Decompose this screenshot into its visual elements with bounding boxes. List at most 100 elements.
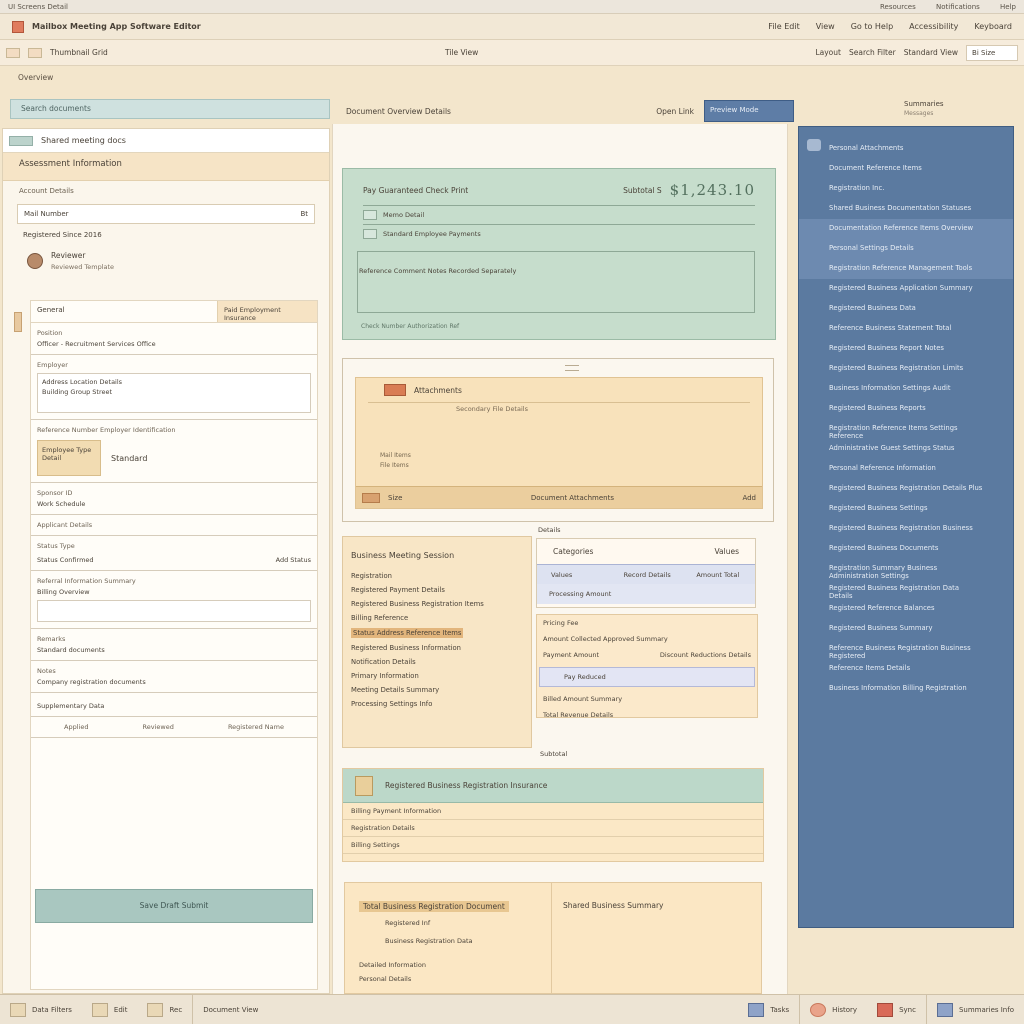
memo-checkbox[interactable] [363,210,377,220]
employee-type-value: Standard [111,453,148,463]
save-draft-submit-button[interactable]: Save Draft Submit [35,889,313,923]
payments-row[interactable]: Standard Employee Payments [343,225,775,243]
list-item[interactable]: Reference Items Details [799,659,1013,679]
remarks-value[interactable]: Standard documents [37,646,311,654]
pricing-band[interactable]: Pay Reduced [539,667,755,687]
list-item[interactable]: Registered Business Documents [799,539,1013,559]
attachment-add-button[interactable]: Add [742,494,756,502]
window-control-help[interactable]: Help [1000,3,1016,11]
list-item[interactable]: Registered Business Summary [799,619,1013,639]
status-history[interactable]: History [799,995,867,1024]
list-item[interactable]: Business Information Billing Registratio… [799,679,1013,699]
menu-item-file-edit[interactable]: File Edit [768,22,799,31]
categories-col-values: Values [714,547,739,556]
thumbnail-grid-button[interactable]: Thumbnail Grid [50,48,108,57]
memo-row[interactable]: Memo Detail [343,206,775,224]
list-item[interactable]: Reference Business Statement Total [799,319,1013,339]
payments-checkbox[interactable] [363,229,377,239]
list-item[interactable]: Shared Business Documentation Statuses [799,199,1013,219]
standard-view-button[interactable]: Standard View [904,48,958,57]
list-item[interactable]: Document Reference Items [799,159,1013,179]
status-document-view[interactable]: Document View [192,995,268,1024]
position-value[interactable]: Officer - Recruitment Services Office [37,340,311,348]
menu-item-accessibility[interactable]: Accessibility [909,22,958,31]
list-item[interactable]: Registered Reference Balances [799,599,1013,619]
business-row-highlight[interactable]: Status Address Reference Items [351,628,464,638]
list-item[interactable]: Billing Payment Information [343,803,763,820]
list-item[interactable]: Reference Business Registration Business… [799,639,1013,660]
status-data-filters[interactable]: Data Filters [0,995,82,1024]
notes-area[interactable] [357,251,755,313]
list-item[interactable]: Documentation Reference Items Overview [799,219,1013,239]
list-item[interactable]: Personal Reference Information [799,459,1013,479]
status-edit[interactable]: Edit [82,995,138,1024]
employee-type-chip[interactable]: Employee Type Detail [37,440,101,476]
pricing-row: Billed Amount Summary [543,695,623,703]
attachment-dropzone[interactable]: Attachments Secondary File Details Mail … [342,358,774,522]
tile-view-button[interactable]: Tile View [445,48,478,57]
list-item[interactable]: Personal Settings Details [799,239,1013,259]
check-title: Pay Guaranteed Check Print [363,185,469,195]
categories-header: Categories Values [537,539,755,564]
work-schedule-value[interactable]: Work Schedule [37,500,311,508]
mail-number-value: Mail Number [24,210,69,218]
list-item[interactable]: Business Information Settings Audit [799,379,1013,399]
layout-button[interactable]: Layout [815,48,841,57]
list-item[interactable]: Registered Business Registration Busines… [799,519,1013,539]
sponsor-id-label: Sponsor ID [37,489,73,497]
list-item[interactable]: Registration Summary Business Administra… [799,559,1013,580]
list-item[interactable]: Registered Business Registration Limits [799,359,1013,379]
list-item[interactable]: Registered Inf [385,919,430,927]
search-input[interactable]: Search documents [10,99,330,119]
drag-handle-icon[interactable] [565,365,579,371]
toolbar-search-input[interactable]: Bi Size [966,44,1019,61]
menu-item-view[interactable]: View [816,22,835,31]
status-sync-label: Sync [899,1005,916,1014]
menu-item-keyboard[interactable]: Keyboard [974,22,1012,31]
left-panel-tab[interactable]: Shared meeting docs [3,129,329,153]
window-control-notifications[interactable]: Notifications [936,3,980,11]
list-item[interactable]: Administrative Guest Settings Status [799,439,1013,459]
table-row[interactable]: Values Record Details Amount Total [537,564,755,584]
list-item[interactable]: Registration Details [343,820,763,837]
mail-number-field[interactable]: Mail Number Bt [17,204,315,224]
left-panel-heading: Assessment Information [3,153,329,181]
list-item[interactable]: Registration Reference Management Tools [799,259,1013,279]
panel-toggle-icon[interactable] [28,47,42,58]
supplementary-data-value[interactable]: Supplementary Data [37,702,311,710]
collapse-handle-icon[interactable] [14,312,22,332]
list-item[interactable]: Registration Inc. [799,179,1013,199]
status-tasks[interactable]: Tasks [738,995,799,1024]
list-item[interactable]: Registered Business Settings [799,499,1013,519]
window-control-resources[interactable]: Resources [880,3,916,11]
referral-field[interactable] [37,600,311,622]
employer-field[interactable]: Address Location Details Building Group … [37,373,311,413]
notes-value[interactable]: Company registration documents [37,678,311,686]
list-item[interactable]: Registered Business Reports [799,399,1013,419]
list-item[interactable]: Registered Business Application Summary [799,279,1013,299]
list-item[interactable]: Billing Settings [343,837,763,854]
list-item[interactable]: Personal Details [359,975,411,983]
list-item[interactable]: Registered Business Registration Data De… [799,579,1013,600]
add-status-button[interactable]: Add Status [276,556,311,564]
preview-mode-button[interactable]: Preview Mode [704,100,794,122]
list-item[interactable]: Registration Reference Items Settings Re… [799,419,1013,440]
menu-item-go-to-help[interactable]: Go to Help [851,22,893,31]
list-item[interactable]: Detailed Information [359,961,426,969]
status-summaries[interactable]: Summaries Info [925,995,1024,1024]
sidebar-toggle-icon[interactable] [6,47,20,58]
open-link-button[interactable]: Open Link [656,107,694,116]
list-item[interactable]: Registered Business Registration Details… [799,479,1013,499]
tab-paid-employment-insurance[interactable]: Paid Employment Insurance [217,301,317,322]
list-item[interactable]: Personal Attachments [799,139,1013,159]
table-row[interactable]: Processing Amount [537,584,755,604]
list-item[interactable]: Business Registration Data [385,937,473,945]
tab-general[interactable]: General [31,301,71,322]
status-sync[interactable]: Sync [867,995,926,1024]
search-filter-button[interactable]: Search Filter [849,48,896,57]
list-item[interactable]: Registered Business Report Notes [799,339,1013,359]
user-card[interactable]: Reviewer Reviewed Template [3,243,329,279]
list-item[interactable]: Registered Business Data [799,299,1013,319]
status-rec[interactable]: Rec [137,995,192,1024]
business-row: Meeting Details Summary [351,686,440,694]
